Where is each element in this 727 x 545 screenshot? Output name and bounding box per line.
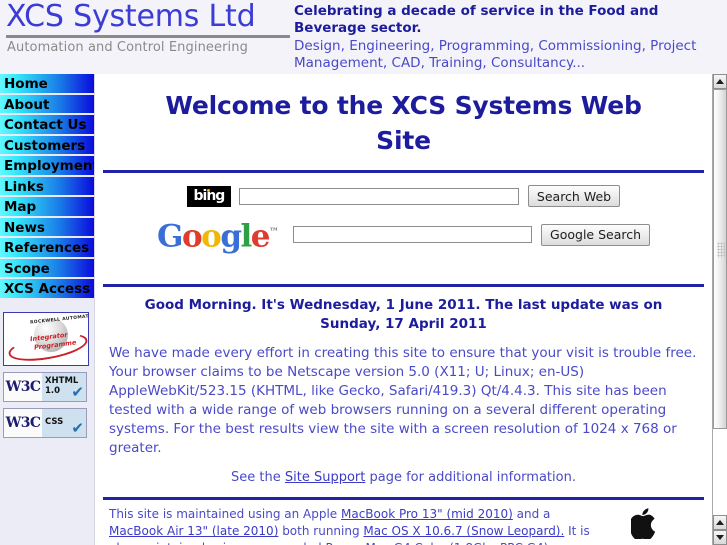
- page-root: XCS Systems Ltd Automation and Control E…: [0, 0, 727, 545]
- site-subtitle: Automation and Control Engineering: [7, 40, 248, 55]
- w3c-mark-icon: W3C: [4, 372, 42, 401]
- site-support-line: See the Site Support page for additional…: [95, 458, 712, 485]
- scrollbar-bottom-buttons: [713, 515, 727, 545]
- bing-search-input[interactable]: [238, 187, 519, 205]
- chevron-up-icon: [716, 520, 724, 525]
- brand-divider: [6, 35, 290, 38]
- scrollbar-thumb[interactable]: [713, 89, 727, 429]
- footer-seg2: and a: [512, 507, 551, 522]
- google-search-row: Google™ Google Search: [95, 217, 712, 252]
- brand-block: XCS Systems Ltd Automation and Control E…: [0, 0, 290, 55]
- apple-column: Made on a Mac: [590, 506, 698, 545]
- google-search-button[interactable]: Google Search: [541, 223, 651, 246]
- sidebar-nav: Home About Contact Us Customers Employme…: [0, 74, 94, 545]
- footer-seg1: This site is maintained using an Apple: [109, 507, 341, 522]
- sidebar-item-xcs-access[interactable]: XCS Access: [0, 279, 94, 300]
- w3c-xhtml-badge[interactable]: W3C XHTML 1.0 ✔: [3, 371, 87, 402]
- vertical-scrollbar[interactable]: [712, 74, 727, 545]
- google-search-input[interactable]: [293, 226, 533, 244]
- sidebar-item-references[interactable]: References: [0, 238, 94, 259]
- search-block: bing Search Web Google™ Google Search: [95, 173, 712, 272]
- chevron-up-icon: [716, 79, 724, 84]
- site-title: XCS Systems Ltd: [6, 0, 256, 34]
- support-before: See the: [231, 470, 285, 486]
- apple-logo-icon: [590, 508, 698, 545]
- macbook-air-link[interactable]: MacBook Air 13" (late 2010): [109, 524, 278, 538]
- scroll-up-button-top[interactable]: [713, 74, 727, 89]
- chevron-down-icon: [716, 535, 724, 540]
- site-header: XCS Systems Ltd Automation and Control E…: [0, 0, 727, 74]
- sidebar-item-employment[interactable]: Employment: [0, 156, 94, 177]
- support-after: page for additional information.: [365, 470, 576, 486]
- browser-info-paragraph: We have made every effort in creating th…: [109, 345, 697, 457]
- sidebar-item-about[interactable]: About: [0, 94, 94, 115]
- sidebar-item-news[interactable]: News: [0, 217, 94, 238]
- w3c-css-badge[interactable]: W3C CSS ✔: [3, 407, 87, 438]
- sidebar-badges: ROCKWELL AUTOMATION Integrator Programme…: [0, 300, 94, 438]
- footer-seg3: both running: [278, 524, 364, 539]
- search-web-button[interactable]: Search Web: [527, 185, 621, 207]
- page-title: Welcome to the XCS Systems Web Site: [165, 91, 642, 155]
- check-icon: ✔: [71, 418, 84, 437]
- scrollbar-track[interactable]: [713, 89, 727, 504]
- tagline-block: Celebrating a decade of service in the F…: [290, 0, 727, 72]
- footer-block: This site is maintained using an Apple M…: [95, 500, 712, 545]
- w3c-css-label: CSS: [45, 416, 64, 427]
- maintenance-paragraph: This site is maintained using an Apple M…: [109, 506, 590, 545]
- sidebar-item-contact-us[interactable]: Contact Us: [0, 115, 94, 136]
- snow-leopard-link[interactable]: Mac OS X 10.6.7 (Snow Leopard).: [363, 524, 564, 538]
- w3c-css-right: CSS ✔: [42, 408, 86, 437]
- sidebar-item-customers[interactable]: Customers: [0, 135, 94, 156]
- check-icon: ✔: [71, 382, 84, 401]
- sidebar-item-scope[interactable]: Scope: [0, 258, 94, 279]
- bing-dot-icon: [206, 188, 210, 192]
- sidebar-item-links[interactable]: Links: [0, 176, 94, 197]
- scroll-up-button-bottom[interactable]: [713, 515, 727, 530]
- rockwell-automation-badge-icon[interactable]: ROCKWELL AUTOMATION Integrator Programme: [3, 311, 89, 366]
- scroll-down-button[interactable]: [713, 530, 727, 545]
- site-support-link[interactable]: Site Support: [285, 470, 365, 485]
- w3c-mark-icon: W3C: [4, 408, 42, 437]
- main-content: Welcome to the XCS Systems Web Site bing…: [94, 74, 712, 545]
- w3c-xhtml-right: XHTML 1.0 ✔: [42, 372, 86, 401]
- sidebar-item-map[interactable]: Map: [0, 197, 94, 218]
- bing-logo-icon: bing: [186, 185, 231, 207]
- bing-search-row: bing Search Web: [95, 185, 712, 207]
- macbook-pro-link[interactable]: MacBook Pro 13" (mid 2010): [341, 507, 513, 521]
- scrollbar-grip-icon: [717, 242, 725, 258]
- body-area: Home About Contact Us Customers Employme…: [0, 74, 727, 545]
- tagline-services: Design, Engineering, Programming, Commis…: [294, 38, 697, 71]
- greeting-text: Good Morning. It's Wednesday, 1 June 201…: [144, 297, 663, 333]
- sidebar-item-home[interactable]: Home: [0, 74, 94, 95]
- google-logo-icon: Google™: [156, 218, 280, 255]
- tagline-headline: Celebrating a decade of service in the F…: [294, 3, 659, 36]
